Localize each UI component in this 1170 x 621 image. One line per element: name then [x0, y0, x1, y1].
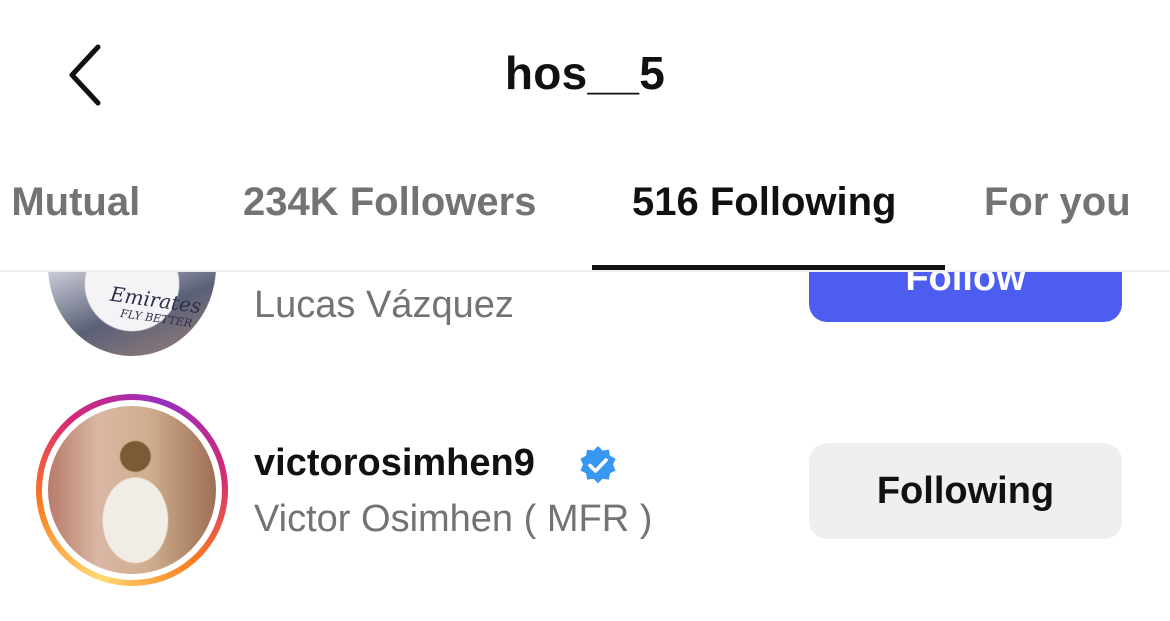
username[interactable]: victorosimhen9	[254, 442, 535, 485]
following-button[interactable]: Following	[809, 443, 1122, 539]
tab-mutual[interactable]: 0 Mutual	[0, 180, 140, 225]
following-list: Emirates FLY BETTER Lucas Vázquez Follow…	[0, 272, 1170, 621]
list-item[interactable]: Emirates FLY BETTER Lucas Vázquez Follow	[0, 272, 1170, 372]
display-name: Lucas Vázquez	[254, 284, 514, 326]
tab-followers[interactable]: 234K Followers	[243, 180, 536, 225]
tab-for-you[interactable]: For you	[984, 180, 1131, 225]
list-item[interactable]: victorosimhen9 Victor Osimhen ( MFR ) Fo…	[0, 392, 1170, 592]
page-title: hos__5	[504, 47, 666, 99]
display-name: Victor Osimhen ( MFR )	[254, 498, 653, 540]
follow-button[interactable]: Follow	[809, 272, 1122, 322]
avatar	[48, 406, 216, 574]
story-ring-inner	[42, 400, 222, 580]
following-list-screen: hos__5 0 Mutual 234K Followers 516 Follo…	[0, 0, 1170, 621]
follow-button-label: Follow	[905, 272, 1026, 299]
verified-badge-icon	[580, 446, 616, 484]
story-ring[interactable]	[36, 394, 228, 586]
avatar[interactable]: Emirates FLY BETTER	[48, 272, 216, 356]
tab-bar: 0 Mutual 234K Followers 516 Following Fo…	[0, 160, 1170, 272]
tab-following[interactable]: 516 Following	[632, 180, 896, 225]
